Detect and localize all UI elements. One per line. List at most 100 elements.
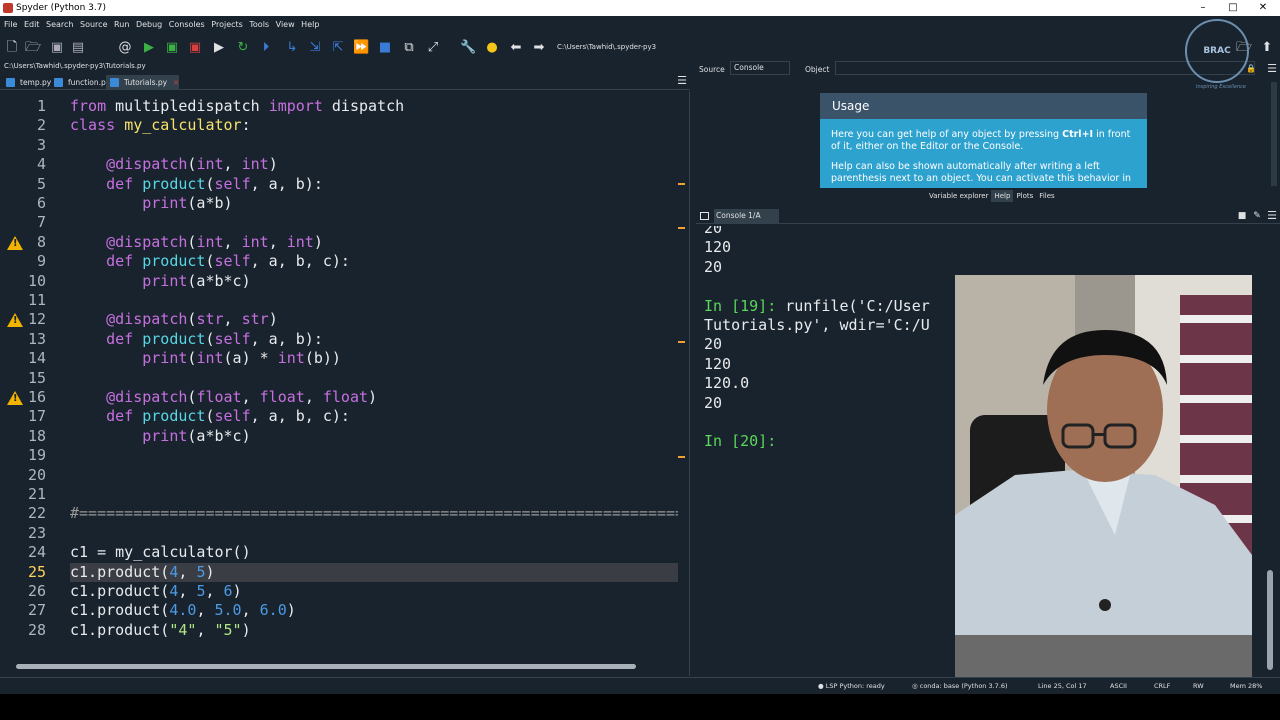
working-directory-field[interactable]: C:\Users\Tawhid\.spyder-py3	[553, 40, 1193, 54]
forward-arrow-icon[interactable]: ➡	[531, 40, 547, 56]
code-line[interactable]: c1 = my_calculator()	[70, 543, 251, 562]
current-file-path: C:\Users\Tawhid\.spyder-py3\Tutorials.py	[4, 62, 146, 70]
maximize-button[interactable]: □	[1218, 0, 1248, 16]
step-return-icon[interactable]: ⇱	[330, 40, 346, 56]
code-line[interactable]: #=======================================…	[70, 504, 678, 523]
warning-icon[interactable]	[7, 235, 23, 250]
menu-file[interactable]: File	[4, 20, 17, 29]
warning-scroll-marker[interactable]	[678, 183, 685, 185]
open-file-icon[interactable]: 🗁	[25, 40, 41, 56]
new-file-icon[interactable]: 🗋	[4, 40, 20, 56]
run-selection-icon[interactable]: ▶	[211, 40, 227, 56]
console-options-menu-icon[interactable]: ☰	[1264, 208, 1280, 224]
warning-icon[interactable]	[7, 391, 23, 405]
tab-console-1a[interactable]: Console 1/A	[700, 209, 779, 223]
code-line[interactable]: @dispatch(int, int, int)	[70, 233, 323, 252]
code-line[interactable]: c1.product("4", "5")	[70, 621, 251, 640]
warning-icon[interactable]	[7, 313, 23, 328]
code-line[interactable]: def product(self, a, b, c):	[70, 252, 350, 271]
tab-label: Tutorials.py	[124, 78, 168, 87]
code-line[interactable]: @dispatch(str, str)	[70, 310, 278, 329]
tab-plots[interactable]: Plots	[1013, 190, 1036, 202]
code-line[interactable]: print(a*b*c)	[70, 427, 250, 446]
continue-icon[interactable]: ⏩	[353, 40, 369, 56]
run-cell-advance-icon[interactable]: ▣	[187, 40, 203, 56]
console-input-line: In [20]:	[704, 432, 785, 451]
console-output-line: 20	[704, 335, 722, 354]
step-icon[interactable]: ↳	[284, 40, 300, 56]
code-line[interactable]: class my_calculator:	[70, 116, 251, 135]
rerun-icon[interactable]: ↻	[235, 40, 251, 56]
code-line[interactable]: def product(self, a, b):	[70, 175, 323, 194]
code-editor[interactable]: 1 2 3 4 5 6 7 8 9 10 11 12 13 14 15 16 17 18 19 20 21 22 23 24 2…	[0, 91, 690, 676]
back-arrow-icon[interactable]: ⬅	[508, 40, 524, 56]
maximize-pane-icon[interactable]: ⧉	[401, 40, 417, 56]
lsp-status-text: LSP Python: ready	[825, 682, 885, 690]
editor-horizontal-scrollbar[interactable]	[16, 664, 636, 669]
menu-source[interactable]: Source	[80, 20, 107, 29]
run-icon[interactable]: ▶	[141, 40, 157, 56]
run-cell-icon[interactable]: ▣	[164, 40, 180, 56]
code-line[interactable]: @dispatch(float, float, float)	[70, 388, 377, 407]
tab-variable-explorer[interactable]: Variable explorer	[926, 190, 991, 202]
code-token: ,	[178, 582, 197, 600]
code-line[interactable]: print(a*b*c)	[70, 272, 250, 291]
menu-help[interactable]: Help	[301, 20, 319, 29]
clear-console-icon[interactable]: ✎	[1249, 208, 1265, 224]
code-token: class	[70, 116, 116, 135]
python-path-icon[interactable]: ●	[484, 40, 500, 56]
code-line[interactable]: def product(self, a, b):	[70, 330, 323, 349]
editor-options-menu-icon[interactable]: ☰	[674, 73, 690, 89]
code-line[interactable]: @dispatch(int, int)	[70, 155, 278, 174]
console-text: runfile('C:/User	[785, 296, 930, 315]
code-line[interactable]: c1.product(4, 5, 6)	[70, 582, 242, 601]
code-area[interactable]: from multipledispatch import dispatch cla…	[70, 91, 678, 661]
save-all-icon[interactable]: ▤	[70, 40, 86, 56]
code-line[interactable]: c1.product(4, 5)	[70, 563, 215, 582]
menu-consoles[interactable]: Consoles	[169, 20, 205, 29]
help-options-menu-icon[interactable]: ☰	[1264, 61, 1280, 77]
menu-edit[interactable]: Edit	[24, 20, 40, 29]
minimize-button[interactable]: –	[1188, 0, 1218, 16]
usage-body: Here you can get help of any object by p…	[831, 129, 1141, 188]
code-line[interactable]: from multipledispatch import dispatch	[70, 97, 404, 116]
warning-scroll-marker[interactable]	[678, 456, 685, 458]
fullscreen-icon[interactable]: ⤢	[425, 40, 441, 56]
menu-tools[interactable]: Tools	[249, 20, 269, 29]
code-token: c1.product(	[70, 601, 170, 620]
step-into-icon[interactable]: ⇲	[307, 40, 323, 56]
code-token: my_calculator	[124, 116, 242, 135]
menu-view[interactable]: View	[276, 20, 295, 29]
tab-files[interactable]: Files	[1036, 190, 1057, 202]
preferences-wrench-icon[interactable]: 🔧	[460, 40, 476, 56]
at-icon[interactable]: @	[117, 40, 133, 56]
code-line[interactable]: c1.product(4.0, 5.0, 6.0)	[70, 601, 296, 620]
interrupt-kernel-icon[interactable]: ■	[1234, 208, 1250, 224]
console-vertical-scrollbar[interactable]	[1267, 570, 1273, 670]
code-token: ,	[196, 601, 215, 620]
menu-run[interactable]: Run	[114, 20, 129, 29]
code-line[interactable]: print(int(a) * int(b))	[70, 349, 341, 368]
stop-debug-icon[interactable]: ■	[377, 40, 393, 56]
warning-scroll-marker[interactable]	[678, 341, 685, 343]
code-line[interactable]: print(a*b)	[70, 194, 232, 213]
code-line[interactable]: def product(self, a, b, c):	[70, 407, 350, 426]
close-button[interactable]: ✕	[1248, 0, 1278, 16]
code-token: ,	[241, 388, 260, 406]
tab-tutorials-py[interactable]: Tutorials.py ✕	[106, 75, 179, 90]
menu-search[interactable]: Search	[46, 20, 73, 29]
line-number: 28	[27, 620, 46, 639]
code-token: self	[214, 252, 251, 271]
menu-projects[interactable]: Projects	[211, 20, 243, 29]
close-tab-icon[interactable]: ✕	[173, 79, 179, 87]
warning-scroll-marker[interactable]	[678, 227, 685, 229]
parent-directory-icon[interactable]: ⬆	[1259, 40, 1275, 56]
debug-icon[interactable]: ⏵	[258, 40, 274, 56]
save-icon[interactable]: ▣	[49, 40, 65, 56]
menu-debug[interactable]: Debug	[136, 20, 162, 29]
help-vertical-scrollbar[interactable]	[1271, 82, 1277, 186]
help-source-dropdown[interactable]: Console	[730, 61, 790, 75]
tab-help[interactable]: Help	[991, 190, 1014, 202]
